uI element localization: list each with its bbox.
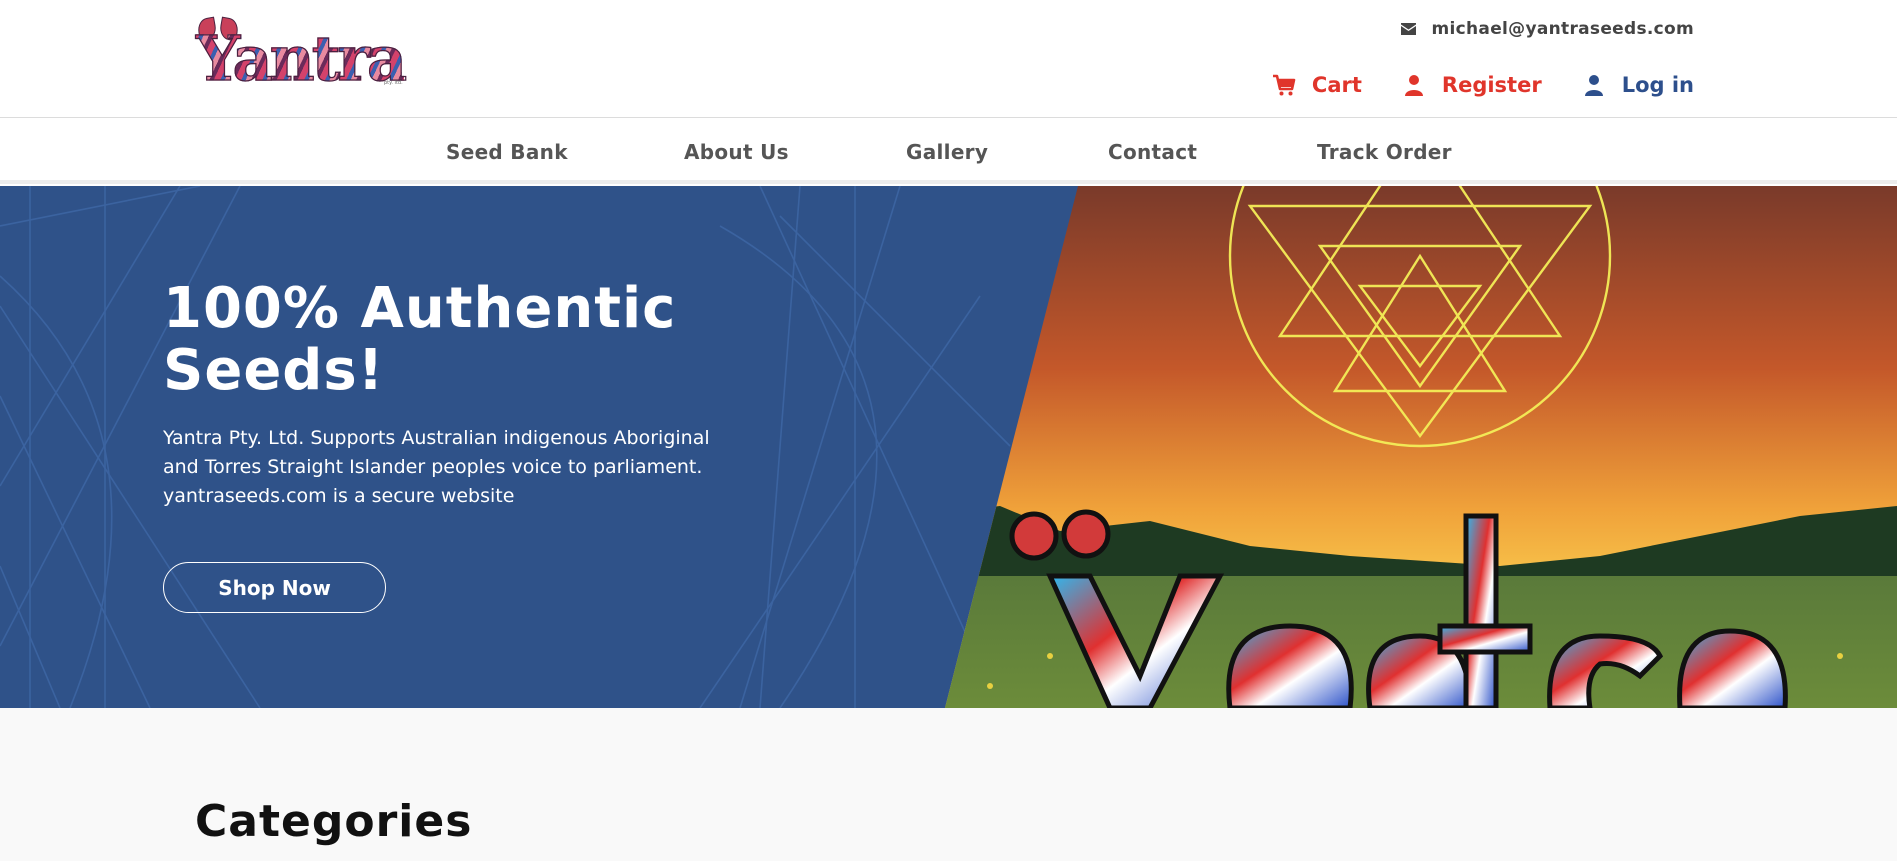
- nav-item-track-order[interactable]: Track Order: [1317, 140, 1452, 164]
- user-icon: [1584, 75, 1603, 96]
- hero-text-line: and Torres Straight Islander peoples voi…: [163, 456, 703, 478]
- hero-title: 100% Authentic Seeds!: [163, 278, 783, 402]
- login-label: Log in: [1621, 73, 1694, 97]
- hero-content: 100% Authentic Seeds! Yantra Pty. Ltd. S…: [163, 278, 783, 511]
- hero-title-line: 100% Authentic: [163, 276, 677, 341]
- nav-item-contact[interactable]: Contact: [1108, 140, 1197, 164]
- email-link[interactable]: michael@yantraseeds.com: [1432, 19, 1694, 39]
- register-link[interactable]: Register: [1402, 73, 1542, 97]
- logo-wordmark: Yantra: [195, 22, 407, 95]
- hero-banner: 100% Authentic Seeds! Yantra Pty. Ltd. S…: [0, 186, 1897, 708]
- cart-icon: [1272, 74, 1296, 96]
- register-label: Register: [1441, 73, 1542, 97]
- cart-label: Cart: [1311, 73, 1362, 97]
- nav-item-about-us[interactable]: About Us: [684, 140, 789, 164]
- nav-item-seed-bank[interactable]: Seed Bank: [446, 140, 568, 164]
- hero-text-line: Yantra Pty. Ltd. Supports Australian ind…: [163, 427, 710, 449]
- user-icon: [1404, 75, 1423, 96]
- account-links: Cart Register Log in: [1272, 70, 1694, 100]
- nav-item-gallery[interactable]: Gallery: [906, 140, 988, 164]
- site-header: Yantra pty. ltd. michael@yantraseeds.com…: [0, 0, 1897, 118]
- site-logo[interactable]: Yantra pty. ltd.: [195, 16, 410, 95]
- logo-subtext: pty. ltd.: [384, 80, 403, 86]
- main-nav: Seed Bank About Us Gallery Contact Track…: [0, 118, 1897, 184]
- hero-title-line: Seeds!: [163, 338, 385, 403]
- hero-description: Yantra Pty. Ltd. Supports Australian ind…: [163, 424, 783, 511]
- hero-text-line: yantraseeds.com is a secure website: [163, 485, 515, 507]
- shop-now-button[interactable]: Shop Now: [163, 562, 386, 613]
- categories-section: Categories: [0, 708, 1897, 861]
- categories-title: Categories: [195, 796, 473, 847]
- contact-email[interactable]: michael@yantraseeds.com: [1400, 18, 1694, 40]
- login-link[interactable]: Log in: [1582, 73, 1694, 97]
- envelope-icon: [1400, 23, 1416, 35]
- cart-link[interactable]: Cart: [1272, 73, 1362, 97]
